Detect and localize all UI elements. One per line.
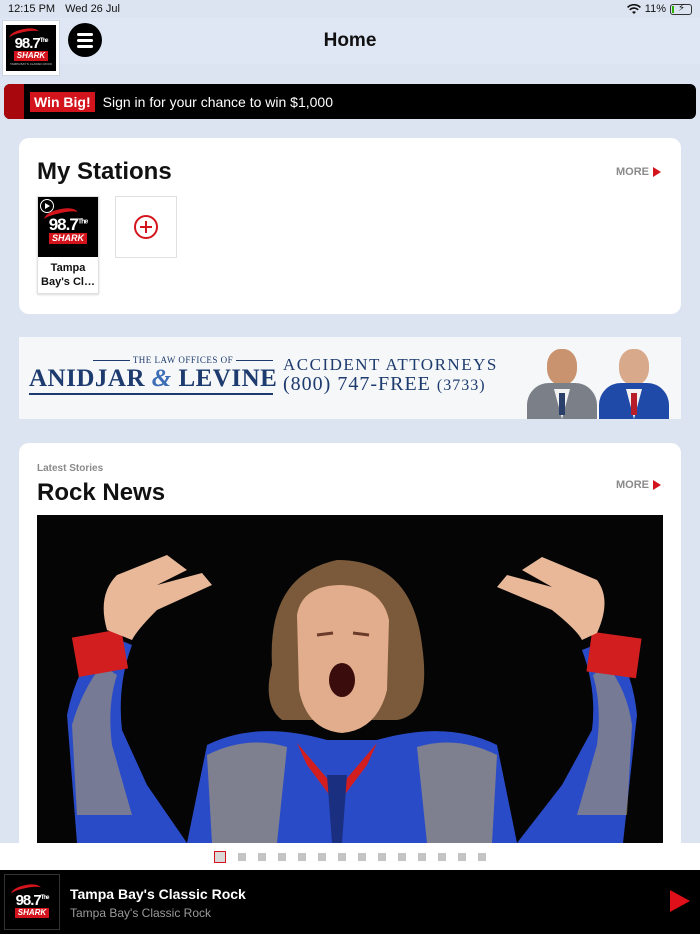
ad-headline: ACCIDENT ATTORNEYS (800) 747-FREE (3733): [283, 355, 498, 395]
advertisement-banner[interactable]: THE LAW OFFICES OF ANIDJAR & LEVINE ACCI…: [19, 337, 681, 419]
carousel-pagination: [0, 843, 700, 870]
battery-percent: 11%: [644, 3, 666, 15]
carousel-dot[interactable]: [458, 852, 466, 861]
carousel-dot[interactable]: [398, 852, 406, 861]
promo-text: Sign in for your chance to win $1,000: [102, 93, 334, 110]
sign-in-promo-banner[interactable]: Win Big! Sign in for your chance to win …: [4, 84, 696, 119]
carousel-dot[interactable]: [478, 852, 486, 861]
promo-badge: Win Big!: [30, 91, 95, 112]
my-stations-more-link[interactable]: MORE: [616, 166, 661, 178]
app-header: 98.7The SHARK TAMPA BAY'S CLASSIC ROCK H…: [0, 18, 700, 76]
wifi-icon: [626, 3, 641, 14]
status-right: 11% ⚡: [626, 3, 692, 15]
station-artwork: 98.7The SHARK: [38, 197, 98, 257]
play-button[interactable]: [670, 890, 690, 912]
news-story-image[interactable]: [37, 515, 663, 843]
battery-icon: ⚡: [670, 3, 692, 15]
carousel-dot[interactable]: [378, 852, 386, 861]
carousel-dot[interactable]: [418, 852, 426, 861]
carousel-dot-active[interactable]: [214, 850, 226, 863]
plus-circle-icon: [134, 215, 158, 239]
carousel-dot[interactable]: [238, 852, 246, 861]
play-icon: [40, 199, 54, 213]
my-stations-card: My Stations MORE 98.7The SHARK Tampa Bay…: [19, 138, 681, 314]
station-tile-label: Tampa Bay's Cl…: [41, 262, 95, 288]
attorney-photo: [597, 343, 671, 419]
now-playing-artwork: 98.7The SHARK: [4, 874, 60, 930]
my-stations-title: My Stations: [37, 158, 172, 185]
attorney-photo: [525, 343, 599, 419]
carousel-dot[interactable]: [298, 852, 306, 861]
carousel-dot[interactable]: [258, 852, 266, 861]
singer-photo: [37, 515, 663, 843]
status-bar: 12:15 PM Wed 26 Jul 11% ⚡: [0, 0, 700, 18]
chevron-right-icon: [653, 167, 661, 177]
rock-news-card: Latest Stories Rock News MORE: [19, 443, 681, 843]
rock-news-title: Rock News: [37, 479, 166, 506]
carousel-dot[interactable]: [318, 852, 326, 861]
status-date: Wed 26 Jul: [65, 3, 120, 15]
carousel-dot[interactable]: [438, 852, 446, 861]
carousel-dot[interactable]: [278, 852, 286, 861]
chevron-right-icon: [653, 480, 661, 490]
add-station-button[interactable]: [115, 196, 177, 258]
now-playing-title: Tampa Bay's Classic Rock: [70, 886, 246, 902]
rock-news-more-link[interactable]: MORE: [616, 479, 661, 491]
now-playing-subtitle: Tampa Bay's Classic Rock: [70, 906, 211, 920]
carousel-dot[interactable]: [338, 852, 346, 861]
station-tile[interactable]: 98.7The SHARK Tampa Bay's Cl…: [37, 196, 99, 294]
news-kicker: Latest Stories: [37, 463, 104, 474]
now-playing-bar[interactable]: 98.7The SHARK Tampa Bay's Classic Rock T…: [0, 870, 700, 934]
carousel-dot[interactable]: [358, 852, 366, 861]
page-title: Home: [323, 30, 377, 51]
status-time: 12:15 PM: [8, 3, 56, 15]
ad-firm-name: THE LAW OFFICES OF ANIDJAR & LEVINE: [29, 355, 277, 395]
